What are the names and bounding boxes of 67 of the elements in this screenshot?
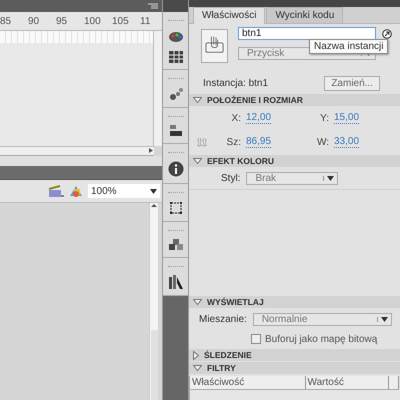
tab[interactable]: Właściwości xyxy=(193,7,266,24)
style-dropdown[interactable]: Brak xyxy=(246,172,338,184)
swap-button[interactable]: Zamień... xyxy=(324,76,380,90)
dots-icon[interactable] xyxy=(168,87,182,101)
link-icon[interactable] xyxy=(197,138,207,146)
value-field[interactable]: 15,00 xyxy=(334,112,360,124)
section-header-bar[interactable]: WYŚWIETLAJ xyxy=(189,296,400,308)
transform-icon[interactable] xyxy=(168,201,182,215)
ruler-number: 100 xyxy=(84,16,102,26)
ruler-number: 90 xyxy=(28,16,40,26)
palette-icon[interactable] xyxy=(168,29,184,43)
field-label: Sz: xyxy=(226,136,241,148)
blend-dropdown[interactable]: Normalnie xyxy=(252,312,392,326)
library-icon[interactable] xyxy=(168,275,182,289)
section-title: EFEKT KOLORU xyxy=(207,156,274,166)
section-header-bar[interactable]: EFEKT KOLORU xyxy=(189,155,400,167)
scroll-arrow-icon[interactable] xyxy=(151,203,157,208)
ruler-number: 105 xyxy=(112,16,130,26)
field-label: Y: xyxy=(319,112,329,124)
expanded-triangle-icon[interactable] xyxy=(193,365,202,371)
ruler-number: 11 xyxy=(140,16,152,26)
align-icon[interactable] xyxy=(170,125,182,137)
scroll-arrow-icon[interactable] xyxy=(148,147,154,154)
section-title: ŚLEDZENIE xyxy=(204,350,252,360)
field-label: X: xyxy=(230,112,241,124)
checkbox-label: Buforuj jako mapę bitową xyxy=(265,334,378,344)
expanded-triangle-icon[interactable] xyxy=(193,97,202,103)
value-field[interactable]: 33,00 xyxy=(334,136,360,148)
checkbox[interactable] xyxy=(251,334,261,344)
info-icon[interactable] xyxy=(168,161,184,177)
cubes-icon[interactable] xyxy=(168,239,182,251)
section-header-bar[interactable]: POŁOŻENIE I ROZMIAR xyxy=(189,94,400,106)
vertical-scrollbar[interactable] xyxy=(149,203,158,400)
section-title: POŁOŻENIE I ROZMIAR xyxy=(207,95,303,105)
instance-name-field[interactable]: btn1 xyxy=(238,27,376,40)
field-label: W: xyxy=(316,136,329,148)
button-symbol-icon xyxy=(201,29,228,63)
expanded-triangle-icon[interactable] xyxy=(193,299,202,305)
instance-label: Instancja: btn1 xyxy=(203,78,268,88)
ruler-number: 95 xyxy=(56,16,68,26)
expanded-triangle-icon[interactable] xyxy=(193,158,202,164)
section-header-bar[interactable]: FILTRY xyxy=(189,362,400,374)
section-header-bar[interactable]: ŚLEDZENIE xyxy=(189,349,400,361)
caret-icon[interactable] xyxy=(150,188,157,194)
ruler-number: 85 xyxy=(0,16,12,26)
value-field[interactable]: 12,00 xyxy=(246,112,272,124)
swatches-icon[interactable] xyxy=(168,51,182,63)
section-title: FILTRY xyxy=(207,363,236,373)
clapperboard-icon[interactable] xyxy=(48,184,64,198)
shapes-icon[interactable] xyxy=(68,184,84,198)
section-title: WYŚWIETLAJ xyxy=(207,297,264,307)
edit-icon[interactable] xyxy=(382,28,392,38)
collapsed-triangle-icon[interactable] xyxy=(193,350,199,360)
tab[interactable]: Wycinki kodu xyxy=(266,7,344,23)
field-label: Mieszanie: xyxy=(199,314,247,324)
zoom-dropdown[interactable]: 100% xyxy=(88,184,160,198)
vertical-scrollbar[interactable] xyxy=(153,31,162,146)
value-field[interactable]: 86,95 xyxy=(246,136,272,148)
horizontal-scrollbar[interactable] xyxy=(0,146,154,156)
field-label: Styl: xyxy=(221,172,240,184)
frame-cells[interactable] xyxy=(0,31,153,43)
caret-icon[interactable] xyxy=(327,176,334,180)
column-header[interactable]: Właściwość xyxy=(190,376,306,390)
column-header[interactable]: Wartość xyxy=(305,376,388,390)
tooltip: Nazwa instancji xyxy=(309,39,388,54)
caret-icon[interactable] xyxy=(380,316,388,322)
panel-menu-icon[interactable] xyxy=(148,3,158,9)
